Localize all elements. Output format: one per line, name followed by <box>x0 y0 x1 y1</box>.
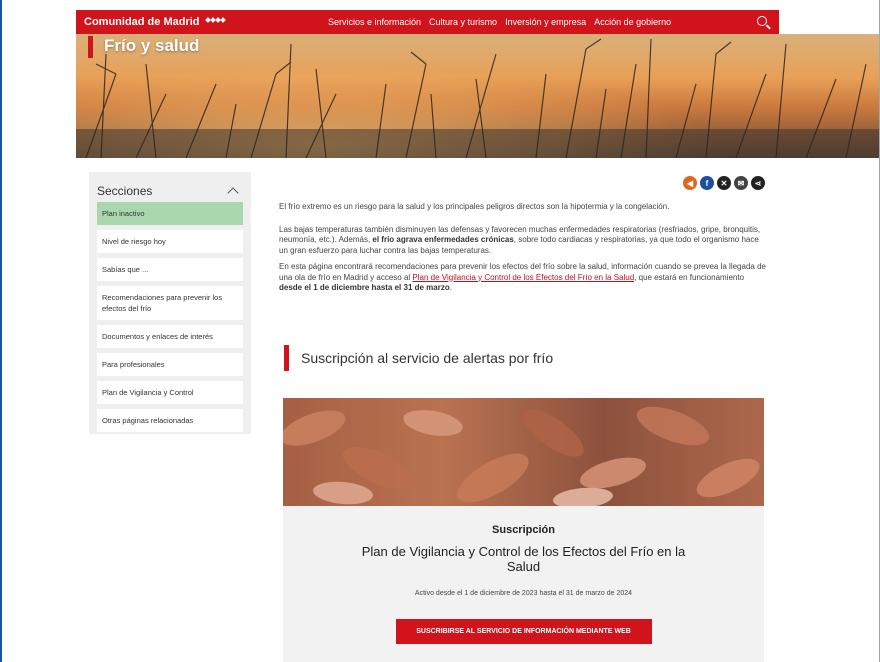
card-kicker: Suscripción <box>492 524 555 536</box>
paragraph-plan: En esta página encontrará recomendacione… <box>279 262 769 294</box>
paragraph-text: . <box>449 283 452 292</box>
sidebar-item-profesionales[interactable]: Para profesionales <box>97 353 243 376</box>
card-dates: Activo desde el 1 de diciembre de 2023 h… <box>414 590 633 597</box>
plan-link[interactable]: Plan de Vigilancia y Control de los Efec… <box>412 273 634 282</box>
card-body: Suscripción Plan de Vigilancia y Control… <box>283 506 764 644</box>
main-content: ◀ f ✕ ✉ ⋖ El frío extremo es un riesgo p… <box>279 172 769 371</box>
heading-accent-bar <box>284 345 289 371</box>
paragraph-diseases: Las bajas temperaturas también disminuye… <box>279 225 769 257</box>
subscribe-button[interactable]: SUSCRIBIRSE AL SERVICIO DE INFORMACIÓN M… <box>395 619 652 644</box>
sidebar-item-plan-vigilancia[interactable]: Plan de Vigilancia y Control <box>97 381 243 404</box>
stars-icon <box>204 17 226 23</box>
intro-paragraph: El frío extremo es un riesgo para la sal… <box>279 202 670 211</box>
card-title: Plan de Vigilancia y Control de los Efec… <box>361 544 686 574</box>
sidebar-item-nivel-riesgo[interactable]: Nivel de riesgo hoy <box>97 230 243 253</box>
top-navigation-bar: Comunidad de Madrid Servicios e informac… <box>76 10 779 34</box>
sidebar-sections: Secciones Plan inactivo Nivel de riesgo … <box>89 172 251 434</box>
subscription-title: Suscripción al servicio de alertas por f… <box>301 350 554 366</box>
hero-banner: Frío y salud <box>76 34 879 158</box>
subscription-card: Suscripción Plan de Vigilancia y Control… <box>283 398 764 662</box>
audio-icon[interactable]: ◀ <box>683 176 697 190</box>
sidebar-title: Secciones <box>97 184 153 198</box>
brand-logo[interactable]: Comunidad de Madrid <box>84 16 226 28</box>
paragraph-bold: el frío agrava enfermedades crónicas <box>372 235 514 244</box>
sidebar-header[interactable]: Secciones <box>97 184 243 199</box>
nav-inversion[interactable]: Inversión y empresa <box>505 17 586 27</box>
nav-cultura[interactable]: Cultura y turismo <box>429 17 497 27</box>
brand-name: Comunidad de Madrid <box>84 16 200 28</box>
sidebar-item-otras-paginas[interactable]: Otras páginas relacionadas <box>97 409 243 432</box>
main-nav: Servicios e información Cultura y turism… <box>328 17 671 27</box>
paragraph-text: , que estará en funcionamiento <box>634 272 745 282</box>
page-title: Frío y salud <box>104 36 200 55</box>
paragraph-bold: desde el 1 de diciembre hasta el 31 de m… <box>279 283 450 292</box>
share-icon[interactable]: ⋖ <box>751 176 765 190</box>
frosted-leaves-image <box>283 398 764 506</box>
search-icon[interactable] <box>757 16 767 26</box>
chevron-up-icon[interactable] <box>227 187 239 199</box>
subscription-heading: Suscripción al servicio de alertas por f… <box>284 345 553 371</box>
share-toolbar: ◀ f ✕ ✉ ⋖ <box>683 176 765 190</box>
nav-accion[interactable]: Acción de gobierno <box>594 17 671 27</box>
x-icon[interactable]: ✕ <box>717 176 731 190</box>
hero-accent-bar <box>88 36 93 58</box>
sidebar-item-sabias-que[interactable]: Sabías que ... <box>97 258 243 281</box>
facebook-icon[interactable]: f <box>700 176 714 190</box>
sidebar-item-plan-inactivo[interactable]: Plan inactivo <box>97 202 243 225</box>
email-icon[interactable]: ✉ <box>734 176 748 190</box>
nav-servicios[interactable]: Servicios e información <box>328 17 421 27</box>
sidebar-item-recomendaciones[interactable]: Recomendaciones para prevenir los efecto… <box>97 286 243 320</box>
sidebar-item-documentos[interactable]: Documentos y enlaces de interés <box>97 325 243 348</box>
